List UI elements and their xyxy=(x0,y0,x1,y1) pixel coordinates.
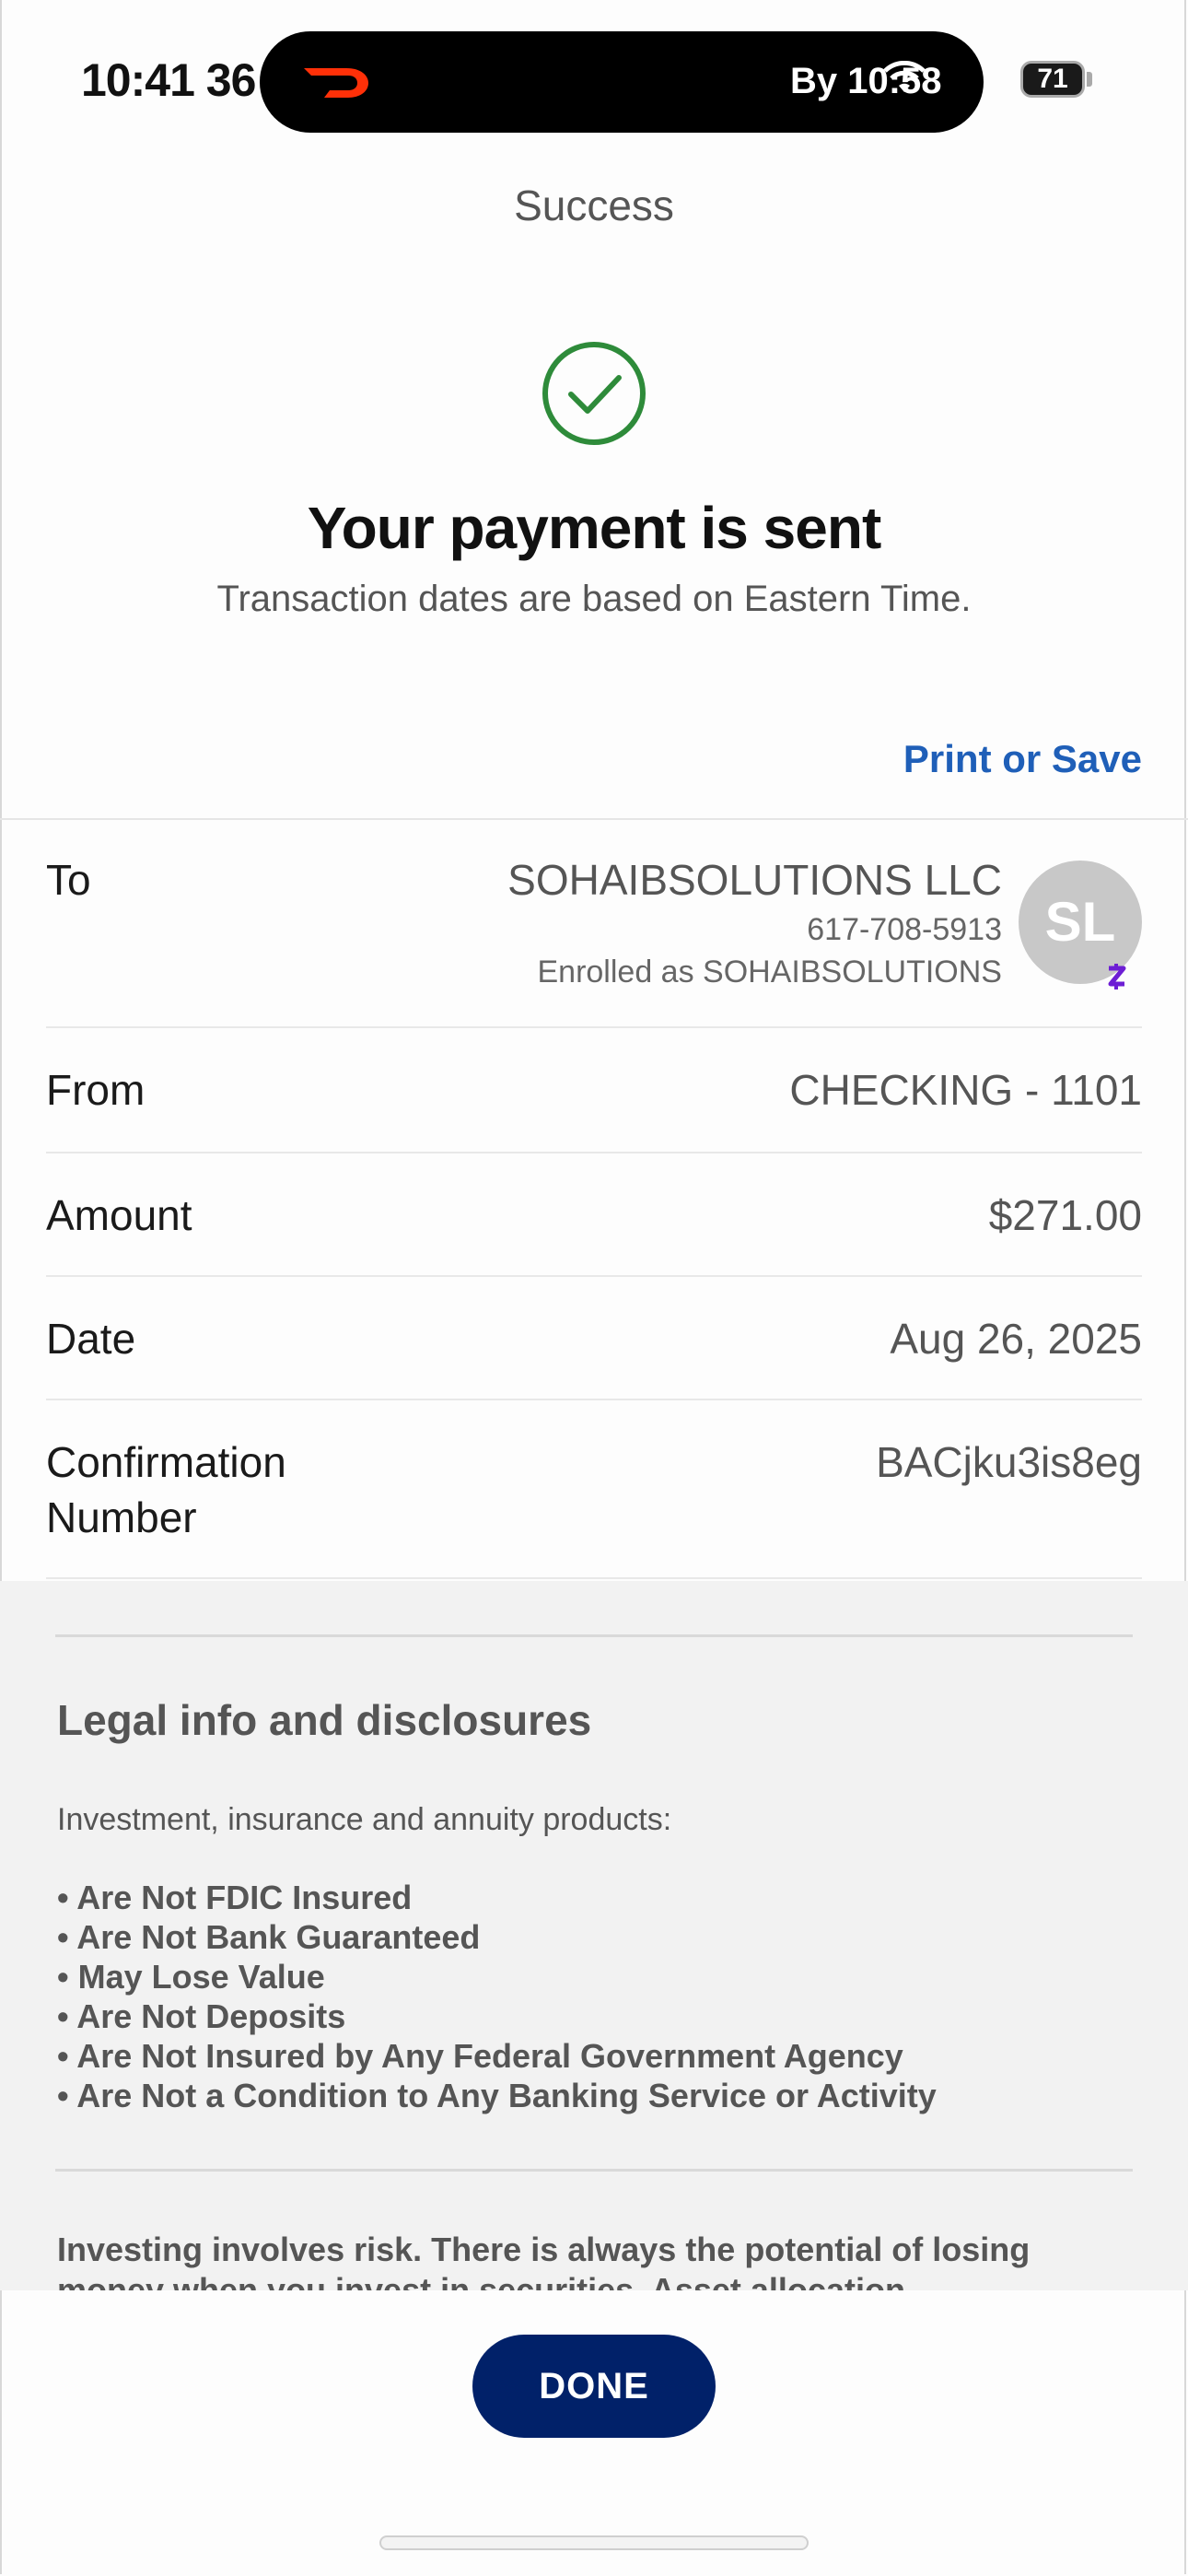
checkmark-circle-icon xyxy=(542,342,646,445)
timezone-note: Transaction dates are based on Eastern T… xyxy=(216,579,972,619)
confirmation-label-line2: Number xyxy=(46,1493,197,1541)
print-or-save-link[interactable]: Print or Save xyxy=(903,737,1142,781)
status-time: 10:41 36 xyxy=(81,54,256,106)
recipient-phone: 617-708-5913 xyxy=(807,912,1002,947)
date-value: Aug 26, 2025 xyxy=(890,1315,1142,1363)
legal-list-item: • Are Not a Condition to Any Banking Ser… xyxy=(57,2077,937,2114)
dynamic-island: By 10:58 xyxy=(260,31,984,133)
confirmation-label-line1: Confirmation xyxy=(46,1438,286,1486)
divider xyxy=(55,2169,1133,2172)
legal-list-item: • Are Not FDIC Insured xyxy=(57,1879,413,1916)
legal-list-item: • Are Not Bank Guaranteed xyxy=(57,1918,481,1956)
amount-label: Amount xyxy=(46,1191,192,1239)
legal-list-item: • Are Not Deposits xyxy=(57,1997,346,2035)
legal-list: • Are Not FDIC Insured • Are Not Bank Gu… xyxy=(57,1878,937,2115)
detail-row-to: To SOHAIBSOLUTIONS LLC 617-708-5913 Enro… xyxy=(46,820,1142,1028)
home-indicator[interactable] xyxy=(379,2535,809,2550)
detail-row-date: Date Aug 26, 2025 xyxy=(46,1277,1142,1400)
from-value: CHECKING - 1101 xyxy=(789,1066,1142,1114)
date-label: Date xyxy=(46,1315,136,1363)
legal-list-item: • Are Not Insured by Any Federal Governm… xyxy=(57,2037,903,2075)
legal-paragraph: Investing involves risk. There is always… xyxy=(57,2231,1031,2290)
legal-title: Legal info and disclosures xyxy=(57,1696,592,1744)
zelle-badge-icon xyxy=(1108,964,1126,989)
recipient-enrolled-name: Enrolled as SOHAIBSOLUTIONS xyxy=(537,954,1002,989)
battery-tip xyxy=(1087,72,1092,87)
doordash-icon xyxy=(304,68,368,98)
amount-value: $271.00 xyxy=(988,1191,1142,1239)
success-headline: Your payment is sent xyxy=(307,495,882,561)
legal-intro: Investment, insurance and annuity produc… xyxy=(57,1802,672,1837)
recipient-name: SOHAIBSOLUTIONS LLC xyxy=(507,856,1002,904)
battery-icon: 71 xyxy=(1020,61,1085,98)
legal-list-item: • May Lose Value xyxy=(57,1958,325,1996)
to-label: To xyxy=(46,856,91,904)
detail-row-confirmation: Confirmation Number BACjku3is8eg xyxy=(46,1400,1142,1579)
done-button[interactable]: DONE xyxy=(472,2335,716,2438)
detail-row-from: From CHECKING - 1101 xyxy=(46,1028,1142,1153)
divider xyxy=(55,1634,1133,1637)
page-title: Success xyxy=(514,181,674,229)
legal-disclosures[interactable]: Legal info and disclosures Investment, i… xyxy=(0,1581,1188,2290)
confirmation-number: BACjku3is8eg xyxy=(876,1438,1142,1486)
detail-row-amount: Amount $271.00 xyxy=(46,1153,1142,1277)
from-label: From xyxy=(46,1066,146,1114)
wifi-icon xyxy=(883,61,926,92)
